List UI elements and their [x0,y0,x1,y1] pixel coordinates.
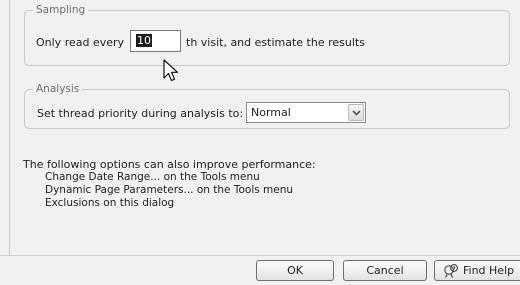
sample-rate-suffix: th visit, and estimate the results [186,36,365,49]
thread-priority-select[interactable]: Normal [246,102,366,123]
sample-rate-label: Only read every [36,36,125,49]
mouse-pointer-icon [163,59,179,82]
analysis-legend: Analysis [33,83,83,95]
ok-button[interactable]: OK [256,260,334,281]
cancel-button[interactable]: Cancel [343,260,427,281]
chevron-down-icon [352,110,361,116]
performance-tip: Dynamic Page Parameters... on the Tools … [45,184,294,196]
find-help-button[interactable]: Find Help [434,260,520,281]
visit-interval-value: 10 [136,34,152,47]
help-icon [444,264,458,278]
visit-interval-input[interactable]: 10 [130,30,181,52]
performance-tip: Change Date Range... on the Tools menu [45,171,260,183]
button-bar-separator [0,255,520,256]
dialog-left-edge [9,0,10,255]
dropdown-button[interactable] [348,104,364,121]
sampling-legend: Sampling [33,4,89,16]
performance-tip: Exclusions on this dialog [45,197,175,209]
find-help-label: Find Help [463,264,515,277]
thread-priority-label: Set thread priority during analysis to: [37,107,244,120]
performance-heading: The following options can also improve p… [23,158,316,171]
thread-priority-value: Normal [251,106,291,119]
